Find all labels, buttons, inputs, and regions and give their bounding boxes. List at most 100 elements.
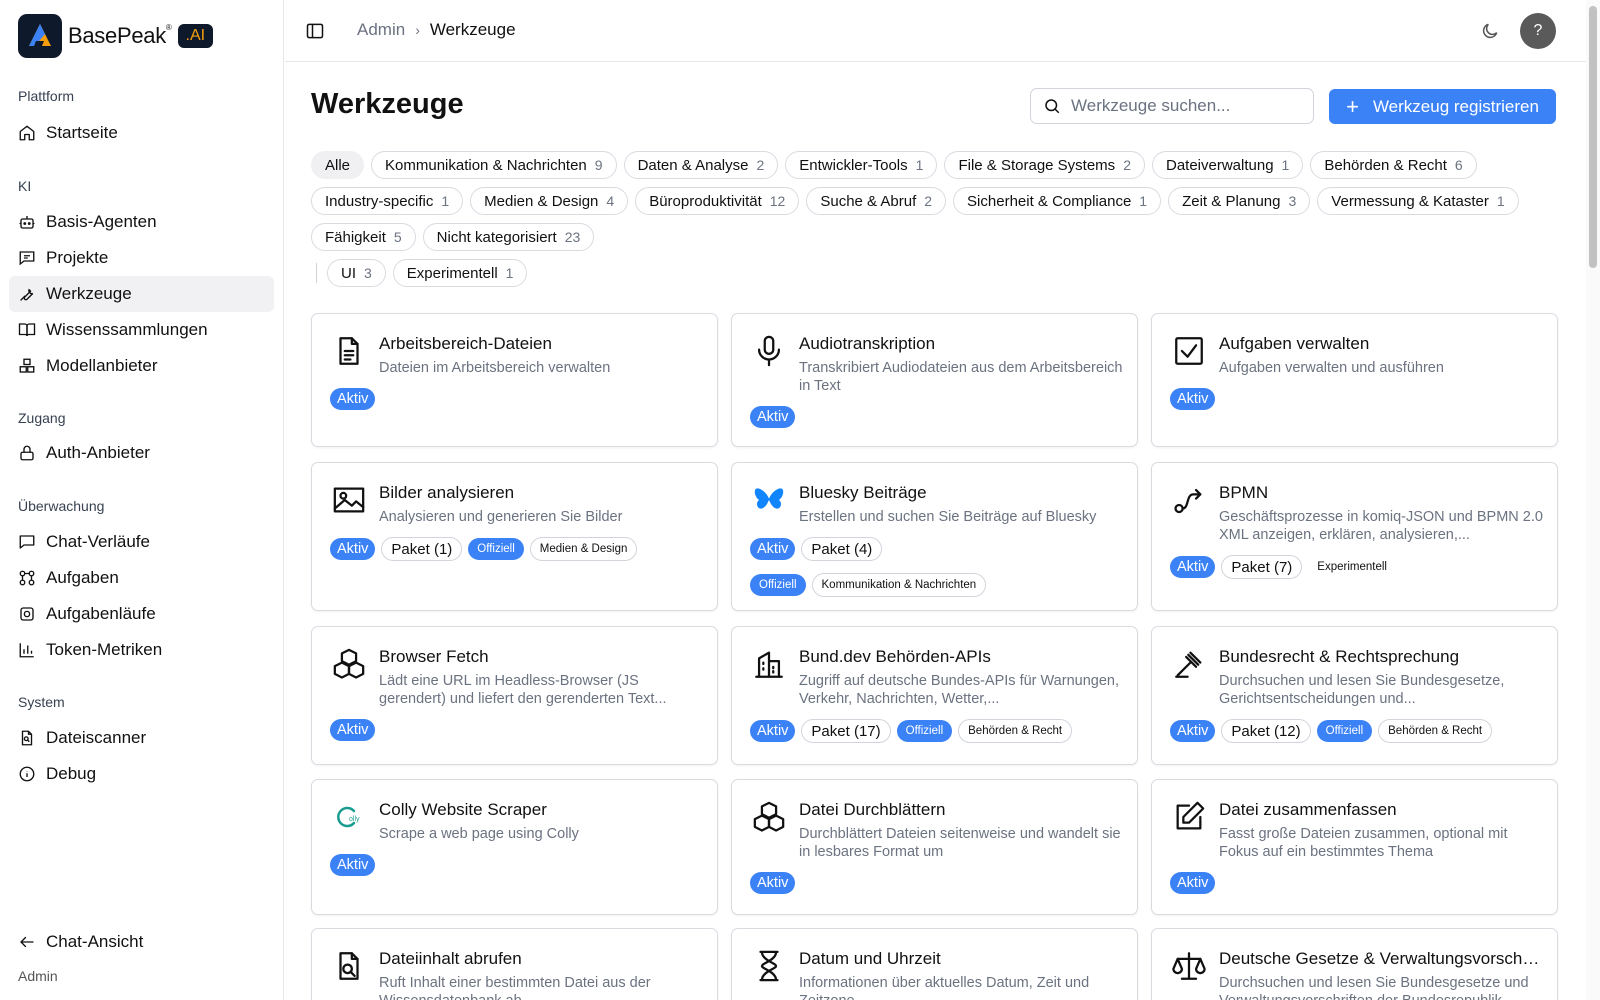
filter-chip[interactable]: Experimentell 1 [392,259,528,287]
tool-description: Scrape a web page using Colly [379,826,579,842]
plus-icon: + [1346,93,1359,119]
sidebar-item-wissenssammlungen[interactable]: Wissenssammlungen [9,312,274,348]
tool-card[interactable]: Bund.dev Behörden-APIs Zugriff auf deutsc… [731,626,1138,765]
sidebar-item-werkzeuge[interactable]: Werkzeuge [9,276,274,312]
tool-card[interactable]: Arbeitsbereich-Dateien Dateien im Arbeits… [311,313,718,447]
sidebar-item-debug[interactable]: Debug [9,756,274,792]
boxes-icon [332,647,366,681]
filter-chip-count: 1 [505,265,514,281]
status-badge-aktiv: Aktiv [750,406,796,428]
filter-chip-label: Büroproduktivität [649,192,762,210]
tool-title: Bluesky Beiträge [799,483,927,502]
sidebar-item-token-metriken[interactable]: Token-Metriken [9,632,274,668]
tool-card[interactable]: Datei zusammenfassen Fasst große Dateien … [1151,779,1558,915]
filter-chip[interactable]: Alle [311,151,365,179]
tool-card[interactable]: Bilder analysieren Analysieren und generi… [311,462,718,611]
nav-group-ueberwachung: Überwachung [18,498,105,514]
filter-chip[interactable]: Kommunikation & Nachrichten 9 [371,151,617,179]
tool-card[interactable]: Datei Durchblättern Durchblättert Dateien… [731,779,1138,915]
tool-description: Aufgaben verwalten und ausführen [1219,360,1444,376]
sidebar-item-auth-anbieter[interactable]: Auth-Anbieter [9,435,274,471]
filter-chip-count: 2 [1123,157,1131,173]
sidebar-item-startseite[interactable]: Startseite [9,115,274,151]
tool-description: Fasst große Dateien zusammen, optional m… [1219,826,1508,860]
scrollbar-thumb[interactable] [1589,6,1597,268]
lock-icon [20,445,34,461]
tool-description: Analysieren und generieren Sie Bilder [379,509,623,525]
breadcrumb-admin[interactable]: Admin [357,20,405,40]
filter-chip[interactable]: Sicherheit & Compliance 1 [953,187,1162,215]
tool-card[interactable]: Deutsche Gesetze & Verwaltungsvorschrift… [1151,928,1558,1000]
bot-icon [19,216,35,229]
filter-chip-count: 2 [924,193,933,209]
official-badge: Offiziell [468,538,524,560]
filter-chip[interactable]: File & Storage Systems 2 [944,151,1145,179]
tool-title: Datei Durchblättern [799,800,946,819]
tool-title: Bilder analysieren [379,483,515,502]
filter-chip-label: Alle [325,156,351,174]
sidebar-item-label: Werkzeuge [46,284,132,303]
tool-badges: Aktiv Paket (1) Offiziell Medien & Design [330,537,700,561]
sidebar-item-projekte[interactable]: Projekte [9,240,274,276]
filter-chip[interactable]: Vermessung & Kataster 1 [1317,187,1519,215]
sidebar-item-aufgabenlaeufe[interactable]: Aufgabenläufe [9,596,274,632]
package-badge: Paket (1) [381,537,463,561]
moon-icon[interactable] [1480,21,1500,41]
tool-card[interactable]: Aufgaben verwalten Aufgaben verwalten und… [1151,313,1558,447]
tool-card[interactable]: Dateiinhalt abrufen Ruft Inhalt einer bes… [311,928,718,1000]
filter-chip[interactable]: Entwickler-Tools 1 [785,151,938,179]
category-badge: Behörden & Recht [958,719,1073,743]
help-button[interactable]: ? [1520,13,1556,49]
tool-card[interactable]: Browser Fetch Lädt eine URL im Headless-B… [311,626,718,765]
tool-badges: Aktiv Paket (4) Offiziell Kommunikation & N… [750,537,1120,597]
sidebar-toggle-icon[interactable] [305,21,325,41]
category-badge: Kommunikation & Nachrichten [811,573,987,597]
search-field[interactable] [1030,88,1314,124]
sidebar-item-chat-verlaeufe[interactable]: Chat-Verläufe [9,524,274,560]
tool-card[interactable]: BPMN Geschäftsprozesse in komiq-JSON und … [1151,462,1558,611]
filter-chip[interactable]: Fähigkeit 5 [311,223,416,251]
filter-chip[interactable]: UI 3 [327,259,386,287]
brand-badge: .AI [177,24,214,48]
filter-chip-label: Sicherheit & Compliance [967,192,1132,210]
tool-card[interactable]: Bluesky Beiträge Erstellen und suchen Sie… [731,462,1138,611]
filter-chip[interactable]: Dateiverwaltung 1 [1151,151,1304,179]
sidebar-item-modellanbieter[interactable]: Modellanbieter [9,348,274,384]
sidebar-item-basis-agenten[interactable]: Basis-Agenten [9,204,274,240]
sidebar-item-aufgaben[interactable]: Aufgaben [9,560,274,596]
brand-logo[interactable]: BasePeak® .AI [18,13,214,59]
filter-row: Industry-specific 1 Medien & Design 4 Büropr… [311,187,1561,215]
search-input[interactable] [1071,96,1291,116]
sidebar-item-dateiscanner[interactable]: Dateiscanner [9,720,274,756]
filter-chip[interactable]: Zeit & Planung 3 [1168,187,1311,215]
filter-chip[interactable]: Daten & Analyse 2 [623,151,779,179]
sidebar-item-label: Basis-Agenten [46,212,157,231]
tool-card[interactable]: olly Colly Website Scraper Scrape a web pa… [311,779,718,915]
sidebar-item-label: Auth-Anbieter [46,443,150,462]
sidebar-item-label: Aufgaben [46,568,119,587]
filter-chip-count: 23 [564,229,581,245]
tool-card[interactable]: Datum und Uhrzeit Informationen über aktu… [731,928,1138,1000]
tool-description: Geschäftsprozesse in komiq-JSON und BPMN… [1219,509,1543,543]
filter-chip[interactable]: Medien & Design 4 [470,187,629,215]
filter-chip-label: Nicht kategorisiert [436,228,557,246]
filter-chip-count: 1 [915,157,924,173]
package-badge: Paket (7) [1221,555,1303,579]
status-badge-aktiv: Aktiv [750,872,796,894]
filter-chip[interactable]: Behörden & Recht 6 [1310,151,1477,179]
filter-chip[interactable]: Büroproduktivität 12 [635,187,800,215]
sidebar: BasePeak® .AI Plattform Startseite KI Ba… [0,0,284,1000]
file-search-icon [332,949,366,983]
tool-card[interactable]: Audiotranskription Transkribiert Audiodat… [731,313,1138,447]
filter-chip-count: 1 [441,193,450,209]
filter-chip[interactable]: Suche & Abruf 2 [806,187,947,215]
back-to-chat-link[interactable]: Chat-Ansicht [9,924,274,960]
page-scrollbar[interactable] [1586,0,1600,1000]
register-tool-button[interactable]: + Werkzeug registrieren [1329,89,1556,124]
filter-chip[interactable]: Industry-specific 1 [311,187,464,215]
chevron-right-icon: › [415,22,420,38]
filter-chip[interactable]: Nicht kategorisiert 23 [422,223,595,251]
tool-badges: Aktiv Paket (12) Offiziell Behörden & Recht [1170,719,1540,743]
filter-chip-count: 3 [1288,193,1297,209]
tool-card[interactable]: Bundesrecht & Rechtsprechung Durchsuchen … [1151,626,1558,765]
